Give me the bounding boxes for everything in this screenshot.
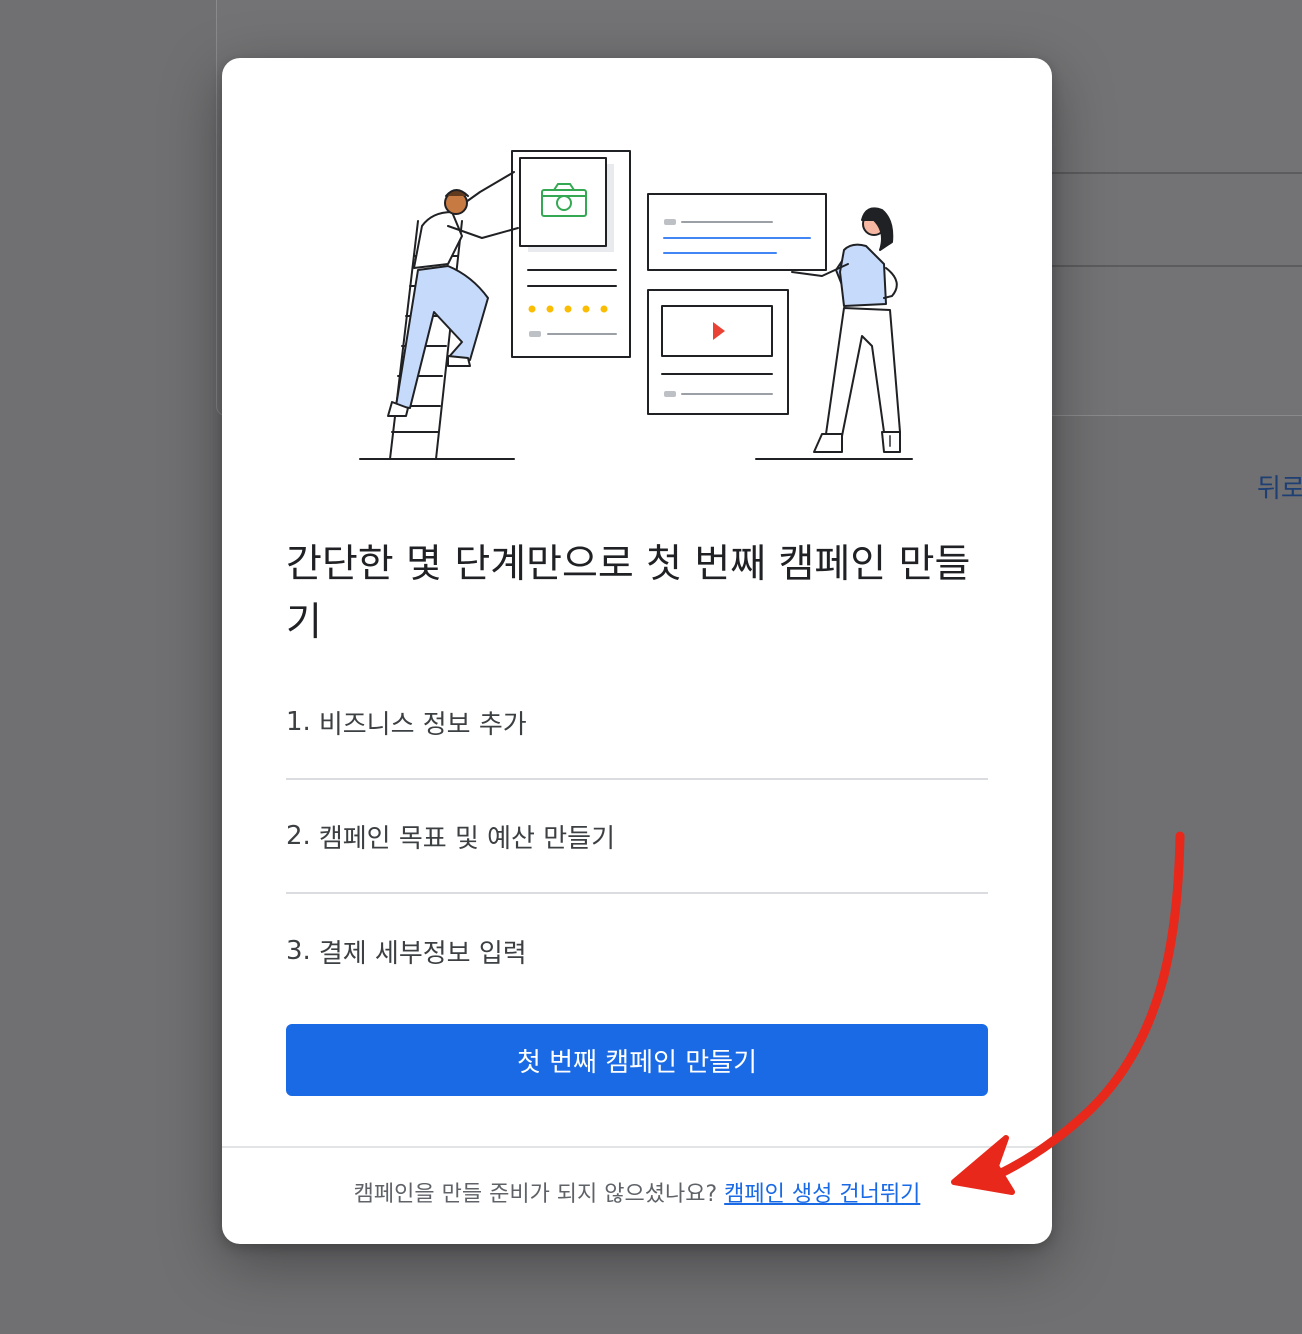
footer-divider [222, 1146, 1052, 1148]
step-label: 비즈니스 정보 추가 [318, 709, 527, 740]
step-item: 1. 비즈니스 정보 추가 [286, 666, 988, 780]
create-first-campaign-button[interactable]: 첫 번째 캠페인 만들기 [286, 1024, 988, 1096]
step-number: 3. [286, 936, 311, 966]
step-item: 3. 결제 세부정보 입력 [286, 894, 988, 1008]
step-number: 2. [286, 821, 311, 851]
annotation-arrow [951, 831, 1185, 1195]
step-item: 2. 캠페인 목표 및 예산 만들기 [286, 780, 988, 894]
step-label: 결제 세부정보 입력 [318, 938, 527, 969]
campaign-onboarding-dialog: 간단한 몇 단계만으로 첫 번째 캠페인 만들기 1. 비즈니스 정보 추가 2… [222, 58, 1052, 1244]
steps-list: 1. 비즈니스 정보 추가 2. 캠페인 목표 및 예산 만들기 3. 결제 세… [286, 666, 988, 1008]
step-label: 캠페인 목표 및 예산 만들기 [318, 823, 615, 854]
campaign-illustration [359, 150, 913, 460]
background-divider [1050, 172, 1302, 174]
step-number: 1. [286, 707, 311, 737]
background-divider [1050, 265, 1302, 267]
dialog-footer: 캠페인을 만들 준비가 되지 않으셨나요? 캠페인 생성 건너뛰기 [222, 1176, 1052, 1208]
footer-text: 캠페인을 만들 준비가 되지 않으셨나요? [353, 1182, 718, 1207]
back-link[interactable]: 뒤로 [1257, 468, 1302, 505]
skip-campaign-link[interactable]: 캠페인 생성 건너뛰기 [724, 1182, 920, 1207]
dialog-title: 간단한 몇 단계만으로 첫 번째 캠페인 만들기 [286, 542, 971, 645]
